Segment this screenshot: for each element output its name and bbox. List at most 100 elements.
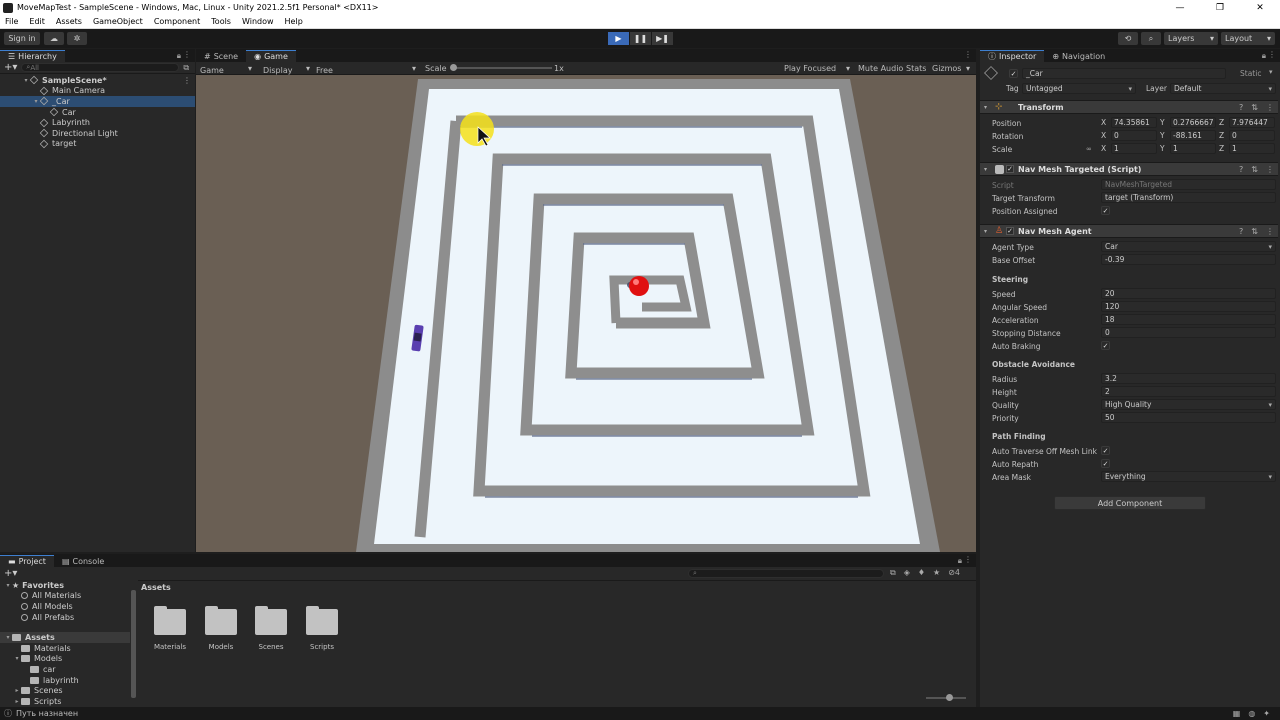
presets-icon[interactable]: ⇅ xyxy=(1251,165,1258,174)
asset-folder[interactable]: Scripts xyxy=(297,606,347,651)
folder-item[interactable]: Materials xyxy=(0,643,130,654)
kebab-menu-icon[interactable]: ⋮ xyxy=(1266,165,1274,174)
folder-item[interactable]: labyrinth xyxy=(0,675,130,686)
target-transform-field[interactable]: target (Transform) xyxy=(1101,192,1276,203)
rotation-y[interactable]: Y -88.161 xyxy=(1160,130,1216,141)
asset-folder[interactable]: Scenes xyxy=(246,606,296,651)
scale-y[interactable]: Y1 xyxy=(1160,143,1216,154)
kebab-menu-icon[interactable]: ⋮ xyxy=(1268,50,1276,59)
tag-dropdown[interactable]: Untagged xyxy=(1022,83,1136,94)
position-assigned-checkbox[interactable]: ✓ xyxy=(1101,206,1110,215)
folder-item[interactable]: car xyxy=(0,664,130,675)
stopping-distance-field[interactable]: 0 xyxy=(1101,327,1276,338)
menu-assets[interactable]: Assets xyxy=(51,17,88,26)
add-component-button[interactable]: Add Component xyxy=(1054,496,1206,510)
progress-icon[interactable]: ▦ xyxy=(1233,709,1241,718)
chevron-down-icon[interactable]: ▾ xyxy=(13,655,21,662)
rotation-x[interactable]: X0 xyxy=(1101,130,1157,141)
tab-scene[interactable]: # Scene xyxy=(196,50,246,62)
tree-item-car[interactable]: Car xyxy=(0,107,195,118)
chevron-down-icon[interactable]: ▾ xyxy=(4,634,12,641)
search-icon[interactable]: ⌕ xyxy=(1141,32,1161,45)
lock-icon[interactable]: 🔒︎ xyxy=(1262,51,1266,61)
menu-gameobject[interactable]: GameObject xyxy=(88,17,149,26)
gizmos-dropdown[interactable]: Gizmos xyxy=(932,64,961,73)
pause-button[interactable]: ❚❚ xyxy=(630,32,651,45)
nav-targeted-header[interactable]: ▾ ✓ Nav Mesh Targeted (Script) ? ⇅ ⋮ xyxy=(980,162,1278,176)
help-icon[interactable]: ? xyxy=(1239,227,1243,236)
tree-item-labyrinth[interactable]: Labyrinth xyxy=(0,117,195,128)
priority-field[interactable]: 50 xyxy=(1101,412,1276,423)
auto-braking-checkbox[interactable]: ✓ xyxy=(1101,341,1110,350)
tree-item-directional-light[interactable]: Directional Light xyxy=(0,128,195,139)
filter-label-icon[interactable]: ◈ xyxy=(904,568,910,578)
menu-tools[interactable]: Tools xyxy=(206,17,237,26)
scale-y-value[interactable]: 1 xyxy=(1170,143,1216,154)
favorite-item[interactable]: All Materials xyxy=(0,591,130,602)
tab-console[interactable]: ▤ Console xyxy=(54,555,112,567)
breadcrumb[interactable]: Assets xyxy=(141,583,171,592)
kebab-menu-icon[interactable]: ⋮ xyxy=(964,50,972,59)
mute-audio-toggle[interactable]: Mute Audio xyxy=(858,64,903,73)
folder-item[interactable]: ▸ Scripts xyxy=(0,696,130,707)
menu-component[interactable]: Component xyxy=(149,17,206,26)
assets-root[interactable]: ▾ Assets xyxy=(0,632,130,643)
menu-edit[interactable]: Edit xyxy=(24,17,51,26)
kebab-menu-icon[interactable]: ⋮ xyxy=(1266,103,1274,112)
icon-size-slider-handle[interactable] xyxy=(946,694,953,701)
scale-x-value[interactable]: 1 xyxy=(1111,143,1157,154)
rotation-z-value[interactable]: 0 xyxy=(1229,130,1275,141)
kebab-menu-icon[interactable]: ⋮ xyxy=(183,76,191,85)
chevron-down-icon[interactable]: ▾ xyxy=(984,166,987,173)
tab-navigation[interactable]: ⊕ Navigation xyxy=(1044,50,1113,62)
cloud-icon[interactable]: ☁ xyxy=(44,32,64,45)
chevron-down-icon[interactable]: ▾ xyxy=(22,77,30,84)
tree-item-target[interactable]: target xyxy=(0,139,195,150)
angular-speed-field[interactable]: 120 xyxy=(1101,301,1276,312)
auto-repath-checkbox[interactable]: ✓ xyxy=(1101,459,1110,468)
chevron-down-icon[interactable]: ▾ xyxy=(984,104,987,111)
step-button[interactable]: ▶❚ xyxy=(652,32,673,45)
speed-field[interactable]: 20 xyxy=(1101,288,1276,299)
acceleration-field[interactable]: 18 xyxy=(1101,314,1276,325)
layout-dropdown[interactable]: Layout ▾ xyxy=(1221,32,1275,45)
rotation-x-value[interactable]: 0 xyxy=(1111,130,1157,141)
filter-type-icon[interactable]: ⧉ xyxy=(890,568,896,578)
play-button[interactable]: ▶ xyxy=(608,32,629,45)
folder-item[interactable]: ▾ Models xyxy=(0,654,130,665)
filter-icon[interactable]: ⧉ xyxy=(183,63,189,73)
project-search-input[interactable]: ⌕ xyxy=(688,569,884,578)
rotation-y-value[interactable]: -88.161 xyxy=(1170,130,1216,141)
layer-dropdown[interactable]: Default xyxy=(1170,83,1276,94)
hierarchy-search-input[interactable]: ⌕ All xyxy=(21,63,180,72)
sidebar-scrollbar[interactable] xyxy=(131,590,136,698)
tree-item-car-root[interactable]: ▾ _Car xyxy=(0,96,195,107)
position-z-value[interactable]: 7.976447 xyxy=(1229,117,1275,128)
area-mask-dropdown[interactable]: Everything xyxy=(1101,471,1276,482)
kebab-menu-icon[interactable]: ⋮ xyxy=(183,50,191,59)
chevron-right-icon[interactable]: ▸ xyxy=(13,698,21,705)
favorite-item[interactable]: All Prefabs xyxy=(0,612,130,623)
favorite-item[interactable]: All Models xyxy=(0,601,130,612)
chevron-right-icon[interactable]: ▸ xyxy=(13,687,21,694)
play-focused-dropdown[interactable]: Play Focused xyxy=(784,64,836,73)
scale-slider-handle[interactable] xyxy=(450,64,457,71)
tab-game[interactable]: ◉ Game xyxy=(246,50,296,62)
help-icon[interactable]: ? xyxy=(1239,165,1243,174)
layers-dropdown[interactable]: Layers ▾ xyxy=(1164,32,1218,45)
scale-z[interactable]: Z1 xyxy=(1219,143,1275,154)
add-icon[interactable]: +▾ xyxy=(4,62,17,73)
scale-slider[interactable] xyxy=(452,67,552,69)
chevron-down-icon[interactable]: ▾ xyxy=(984,228,987,235)
bookmark-icon[interactable]: ♦ xyxy=(918,568,925,578)
transform-header[interactable]: ▾ ⊹ Transform ? ⇅ ⋮ xyxy=(980,100,1278,114)
rotation-z[interactable]: Z0 xyxy=(1219,130,1275,141)
menu-file[interactable]: File xyxy=(0,17,24,26)
debug-icon[interactable]: ✦ xyxy=(1263,709,1270,718)
component-enabled-checkbox[interactable]: ✓ xyxy=(1006,227,1014,235)
presets-icon[interactable]: ⇅ xyxy=(1251,103,1258,112)
menu-help[interactable]: Help xyxy=(280,17,309,26)
hidden-packages-icon[interactable]: ⊘4 xyxy=(948,568,960,578)
lock-icon[interactable]: 🔒︎ xyxy=(958,556,962,566)
presets-icon[interactable]: ⇅ xyxy=(1251,227,1258,236)
